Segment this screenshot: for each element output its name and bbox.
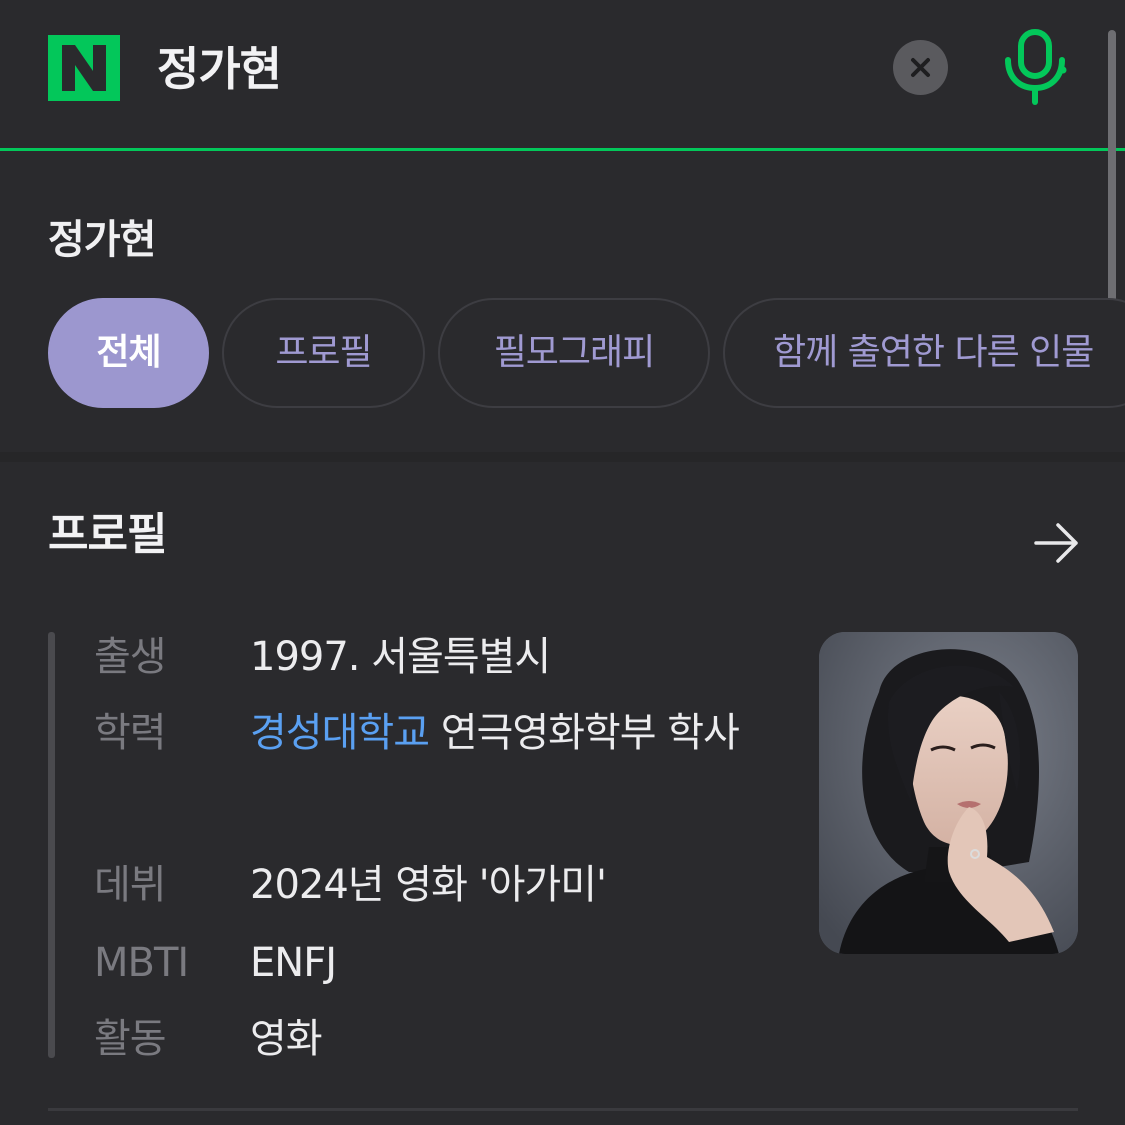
info-value: 2024년 영화 '아가미'	[250, 862, 607, 908]
info-value: 경성대학교 연극영화학부 학사	[250, 697, 740, 769]
naver-n-logo-icon[interactable]	[48, 35, 120, 101]
activity-link[interactable]: 영화	[250, 1003, 740, 1075]
entity-title: 정가현	[48, 217, 156, 263]
profile-photo[interactable]	[819, 632, 1078, 954]
close-icon	[911, 58, 930, 77]
info-value: ENFJ	[250, 940, 337, 986]
naver-search-page: 정가현 정가현 전체 프로필 필모그래피 함께 출연한 다른 인물 프로필 출생…	[0, 0, 1125, 1125]
info-label: 출생	[94, 634, 167, 680]
portrait-image	[819, 632, 1078, 954]
bottom-divider	[48, 1108, 1078, 1111]
tab-filmography[interactable]: 필모그래피	[438, 298, 710, 408]
arrow-right-icon[interactable]	[1032, 520, 1082, 566]
info-accent-bar	[48, 632, 55, 1058]
info-label: 활동	[94, 1016, 167, 1062]
clear-search-button[interactable]	[893, 40, 948, 95]
school-link[interactable]: 경성대학교	[250, 710, 430, 756]
info-label: 데뷔	[94, 862, 167, 908]
section-divider	[0, 452, 1125, 462]
search-bar: 정가현	[0, 0, 1125, 151]
tab-profile[interactable]: 프로필	[222, 298, 425, 408]
education-detail: 연극영화학부 학사	[429, 710, 740, 756]
info-label: 학력	[94, 710, 167, 756]
profile-section-title: 프로필	[48, 509, 167, 560]
info-label: MBTI	[94, 940, 189, 986]
search-query-text[interactable]: 정가현	[157, 36, 282, 102]
scrollbar[interactable]	[1108, 30, 1116, 305]
tab-all[interactable]: 전체	[48, 298, 209, 408]
tab-costars[interactable]: 함께 출연한 다른 인물	[723, 298, 1125, 408]
microphone-icon[interactable]	[1002, 28, 1068, 106]
info-value: 1997. 서울특별시	[250, 634, 551, 680]
